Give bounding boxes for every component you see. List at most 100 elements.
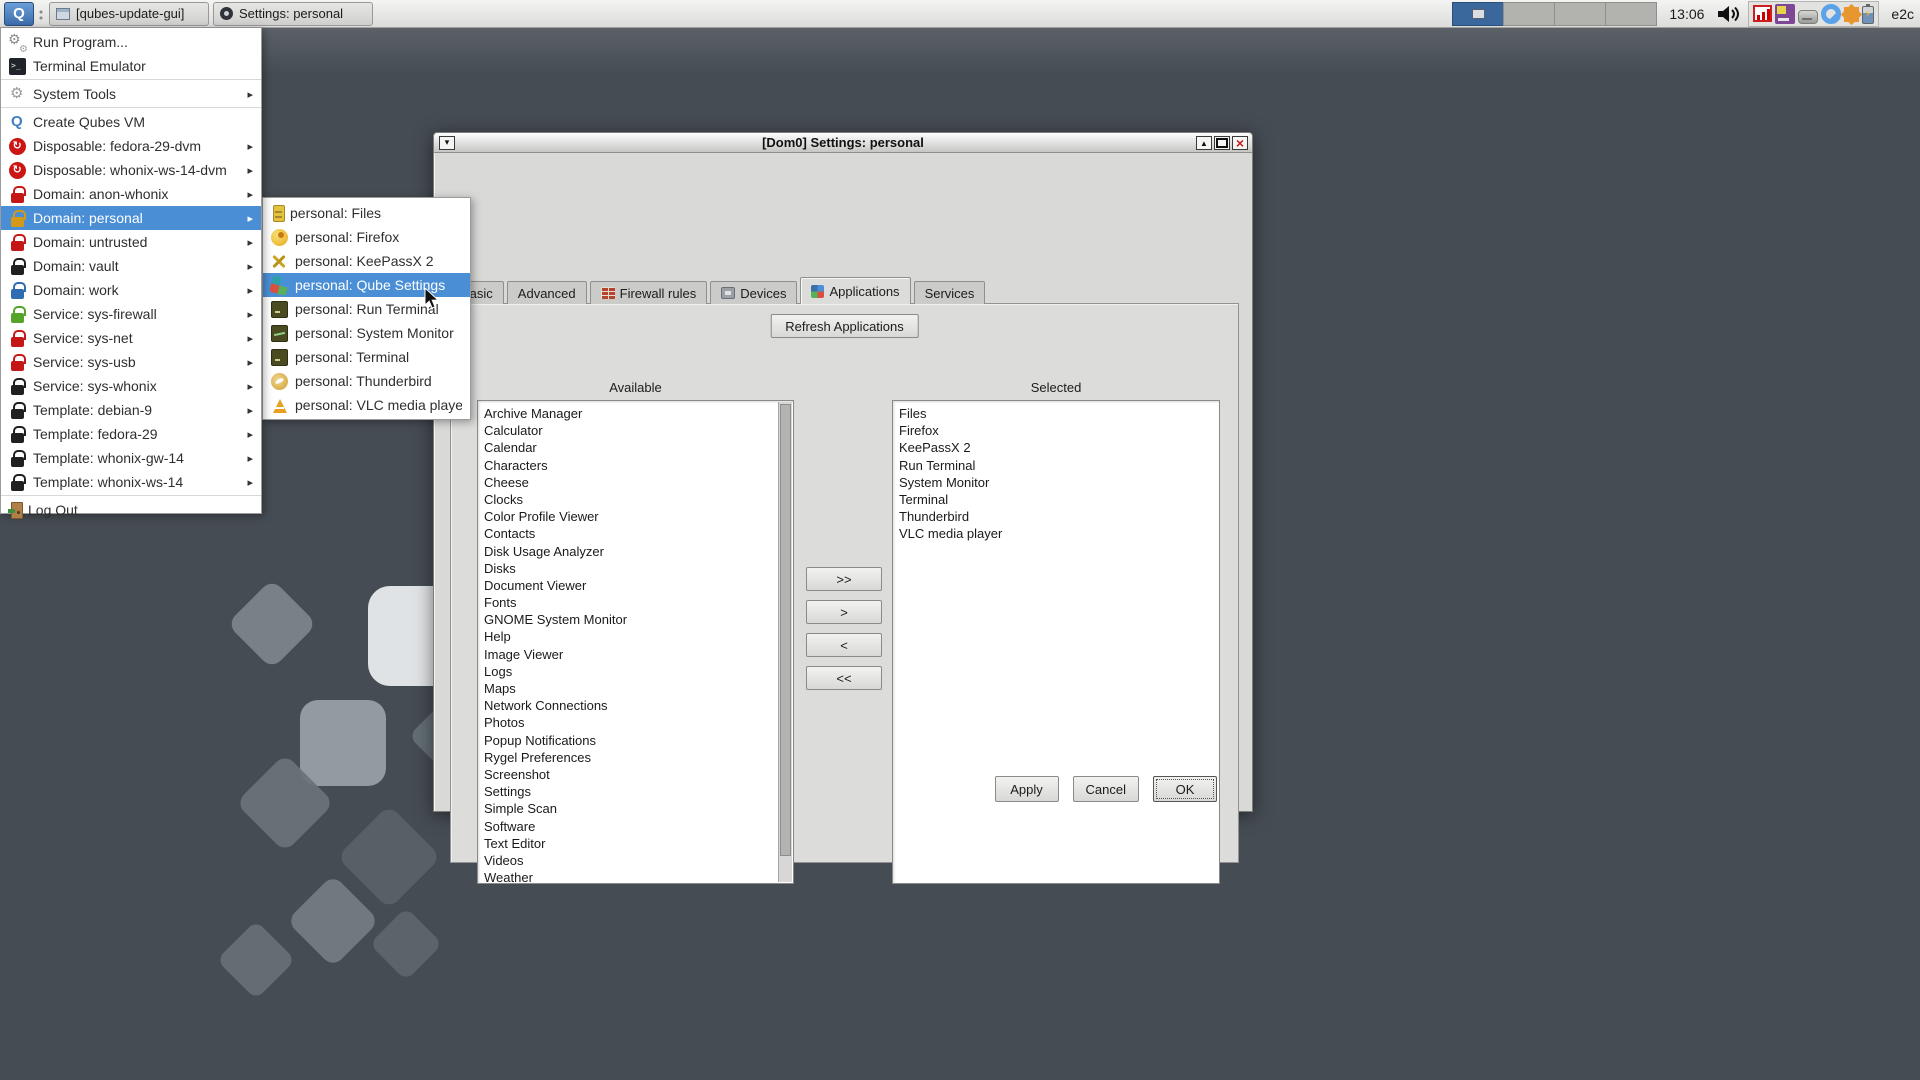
volume-icon[interactable] — [1716, 3, 1744, 25]
workspace-cell[interactable] — [1605, 2, 1657, 26]
list-item[interactable]: Characters — [478, 457, 793, 474]
action-button[interactable]: Cancel — [1073, 776, 1139, 802]
list-item[interactable]: Clocks — [478, 491, 793, 508]
submenu-item[interactable]: personal: Files — [263, 201, 470, 225]
submenu-item[interactable]: personal: KeePassX 2 — [263, 249, 470, 273]
list-item[interactable]: System Monitor — [893, 474, 1219, 491]
close-button[interactable]: × — [1232, 136, 1248, 150]
tab[interactable]: Devices — [710, 281, 797, 304]
list-item[interactable]: Disks — [478, 560, 793, 577]
menu-item[interactable]: Disposable: whonix-ws-14-dvm ▸ — [1, 158, 261, 182]
workspace-cell[interactable] — [1554, 2, 1606, 26]
available-list[interactable]: Archive ManagerCalculatorCalendarCharact… — [477, 400, 794, 884]
list-item[interactable]: Disk Usage Analyzer — [478, 543, 793, 560]
action-button[interactable]: OK — [1153, 776, 1217, 802]
submenu-item[interactable]: personal: Firefox — [263, 225, 470, 249]
menu-item[interactable]: Template: debian-9 ▸ — [1, 398, 261, 422]
tab[interactable]: Advanced — [507, 281, 587, 304]
list-item[interactable]: KeePassX 2 — [893, 439, 1219, 456]
list-item[interactable]: Archive Manager — [478, 405, 793, 422]
dialog-titlebar[interactable]: ▾ [Dom0] Settings: personal ▲ × — [434, 133, 1252, 153]
menu-item[interactable]: Domain: untrusted ▸ — [1, 230, 261, 254]
submenu-item[interactable]: personal: System Monitor — [263, 321, 470, 345]
menu-item[interactable]: Service: sys-net ▸ — [1, 326, 261, 350]
list-item[interactable]: Rygel Preferences — [478, 749, 793, 766]
list-item[interactable]: Fonts — [478, 594, 793, 611]
submenu-item[interactable]: personal: Terminal — [263, 345, 470, 369]
list-item[interactable]: Videos — [478, 852, 793, 869]
submenu-item[interactable]: personal: Thunderbird — [263, 369, 470, 393]
menu-item[interactable]: Domain: work ▸ — [1, 278, 261, 302]
taskbar-button[interactable]: Settings: personal — [213, 2, 373, 26]
menu-item[interactable]: Template: whonix-gw-14 ▸ — [1, 446, 261, 470]
transfer-button[interactable]: > — [806, 600, 882, 624]
menu-item[interactable]: Domain: personal ▸ — [1, 206, 261, 230]
list-item[interactable]: Screenshot — [478, 766, 793, 783]
list-item[interactable]: Image Viewer — [478, 646, 793, 663]
updates-icon[interactable] — [1841, 4, 1862, 25]
list-item[interactable]: Popup Notifications — [478, 732, 793, 749]
taskbar-button[interactable]: [qubes-update-gui] — [49, 2, 209, 26]
menu-item[interactable]: Create Qubes VM — [1, 110, 261, 134]
cpu-meter-icon[interactable] — [1753, 5, 1772, 22]
menu-item[interactable]: Domain: anon-whonix ▸ — [1, 182, 261, 206]
list-item[interactable]: Logs — [478, 663, 793, 680]
window-menu-button[interactable]: ▾ — [439, 136, 455, 150]
scrollbar[interactable] — [778, 402, 792, 882]
qubes-tray-icon[interactable] — [1821, 4, 1841, 24]
menu-item[interactable]: Template: fedora-29 ▸ — [1, 422, 261, 446]
list-item[interactable]: Document Viewer — [478, 577, 793, 594]
list-item[interactable]: Run Terminal — [893, 457, 1219, 474]
scrollbar-thumb[interactable] — [780, 404, 791, 856]
menu-item[interactable]: Run Program... — [1, 30, 261, 54]
action-button[interactable]: Apply — [995, 776, 1059, 802]
menu-item[interactable]: Terminal Emulator — [1, 54, 261, 78]
menu-item[interactable]: Domain: vault ▸ — [1, 254, 261, 278]
battery-icon[interactable] — [1862, 6, 1874, 24]
maximize-button[interactable] — [1214, 136, 1230, 150]
menu-item[interactable]: Log Out — [1, 498, 261, 522]
submenu-item[interactable]: personal: VLC media player — [263, 393, 470, 417]
menu-item[interactable] — [1, 107, 261, 109]
list-item[interactable]: Firefox — [893, 422, 1219, 439]
menu-item[interactable]: Service: sys-firewall ▸ — [1, 302, 261, 326]
transfer-button[interactable]: >> — [806, 567, 882, 591]
list-item[interactable]: Calendar — [478, 439, 793, 456]
list-item[interactable]: Color Profile Viewer — [478, 508, 793, 525]
list-item[interactable]: Files — [893, 405, 1219, 422]
list-item[interactable]: Thunderbird — [893, 508, 1219, 525]
list-item[interactable]: Simple Scan — [478, 800, 793, 817]
list-item[interactable]: Maps — [478, 680, 793, 697]
refresh-applications-button[interactable]: Refresh Applications — [770, 314, 919, 338]
tab[interactable]: Firewall rules — [590, 281, 708, 304]
list-item[interactable]: Text Editor — [478, 835, 793, 852]
list-item[interactable]: GNOME System Monitor — [478, 611, 793, 628]
disk-icon[interactable] — [1798, 10, 1818, 24]
workspace-cell[interactable] — [1503, 2, 1555, 26]
transfer-button[interactable]: << — [806, 666, 882, 690]
shade-button[interactable]: ▲ — [1196, 136, 1212, 150]
list-item[interactable]: Weather — [478, 869, 793, 884]
list-item[interactable]: Terminal — [893, 491, 1219, 508]
list-item[interactable]: Calculator — [478, 422, 793, 439]
workspace-cell[interactable] — [1452, 2, 1504, 26]
list-item[interactable]: Contacts — [478, 525, 793, 542]
list-item[interactable]: Settings — [478, 783, 793, 800]
tab[interactable]: Services — [914, 281, 986, 304]
menu-item[interactable]: Template: whonix-ws-14 ▸ — [1, 470, 261, 494]
transfer-button[interactable]: < — [806, 633, 882, 657]
menu-item[interactable]: System Tools ▸ — [1, 82, 261, 106]
menu-item[interactable]: Service: sys-usb ▸ — [1, 350, 261, 374]
backup-device-icon[interactable] — [1775, 4, 1795, 24]
qubes-menu-button[interactable]: Q — [4, 2, 34, 26]
tab[interactable]: Applications — [800, 277, 910, 304]
list-item[interactable]: Network Connections — [478, 697, 793, 714]
selected-list[interactable]: FilesFirefoxKeePassX 2Run TerminalSystem… — [892, 400, 1220, 884]
menu-item[interactable] — [1, 495, 261, 497]
list-item[interactable]: Help — [478, 628, 793, 645]
list-item[interactable]: Software — [478, 818, 793, 835]
list-item[interactable]: Cheese — [478, 474, 793, 491]
menu-item[interactable]: Disposable: fedora-29-dvm ▸ — [1, 134, 261, 158]
list-item[interactable]: VLC media player — [893, 525, 1219, 542]
list-item[interactable]: Photos — [478, 714, 793, 731]
